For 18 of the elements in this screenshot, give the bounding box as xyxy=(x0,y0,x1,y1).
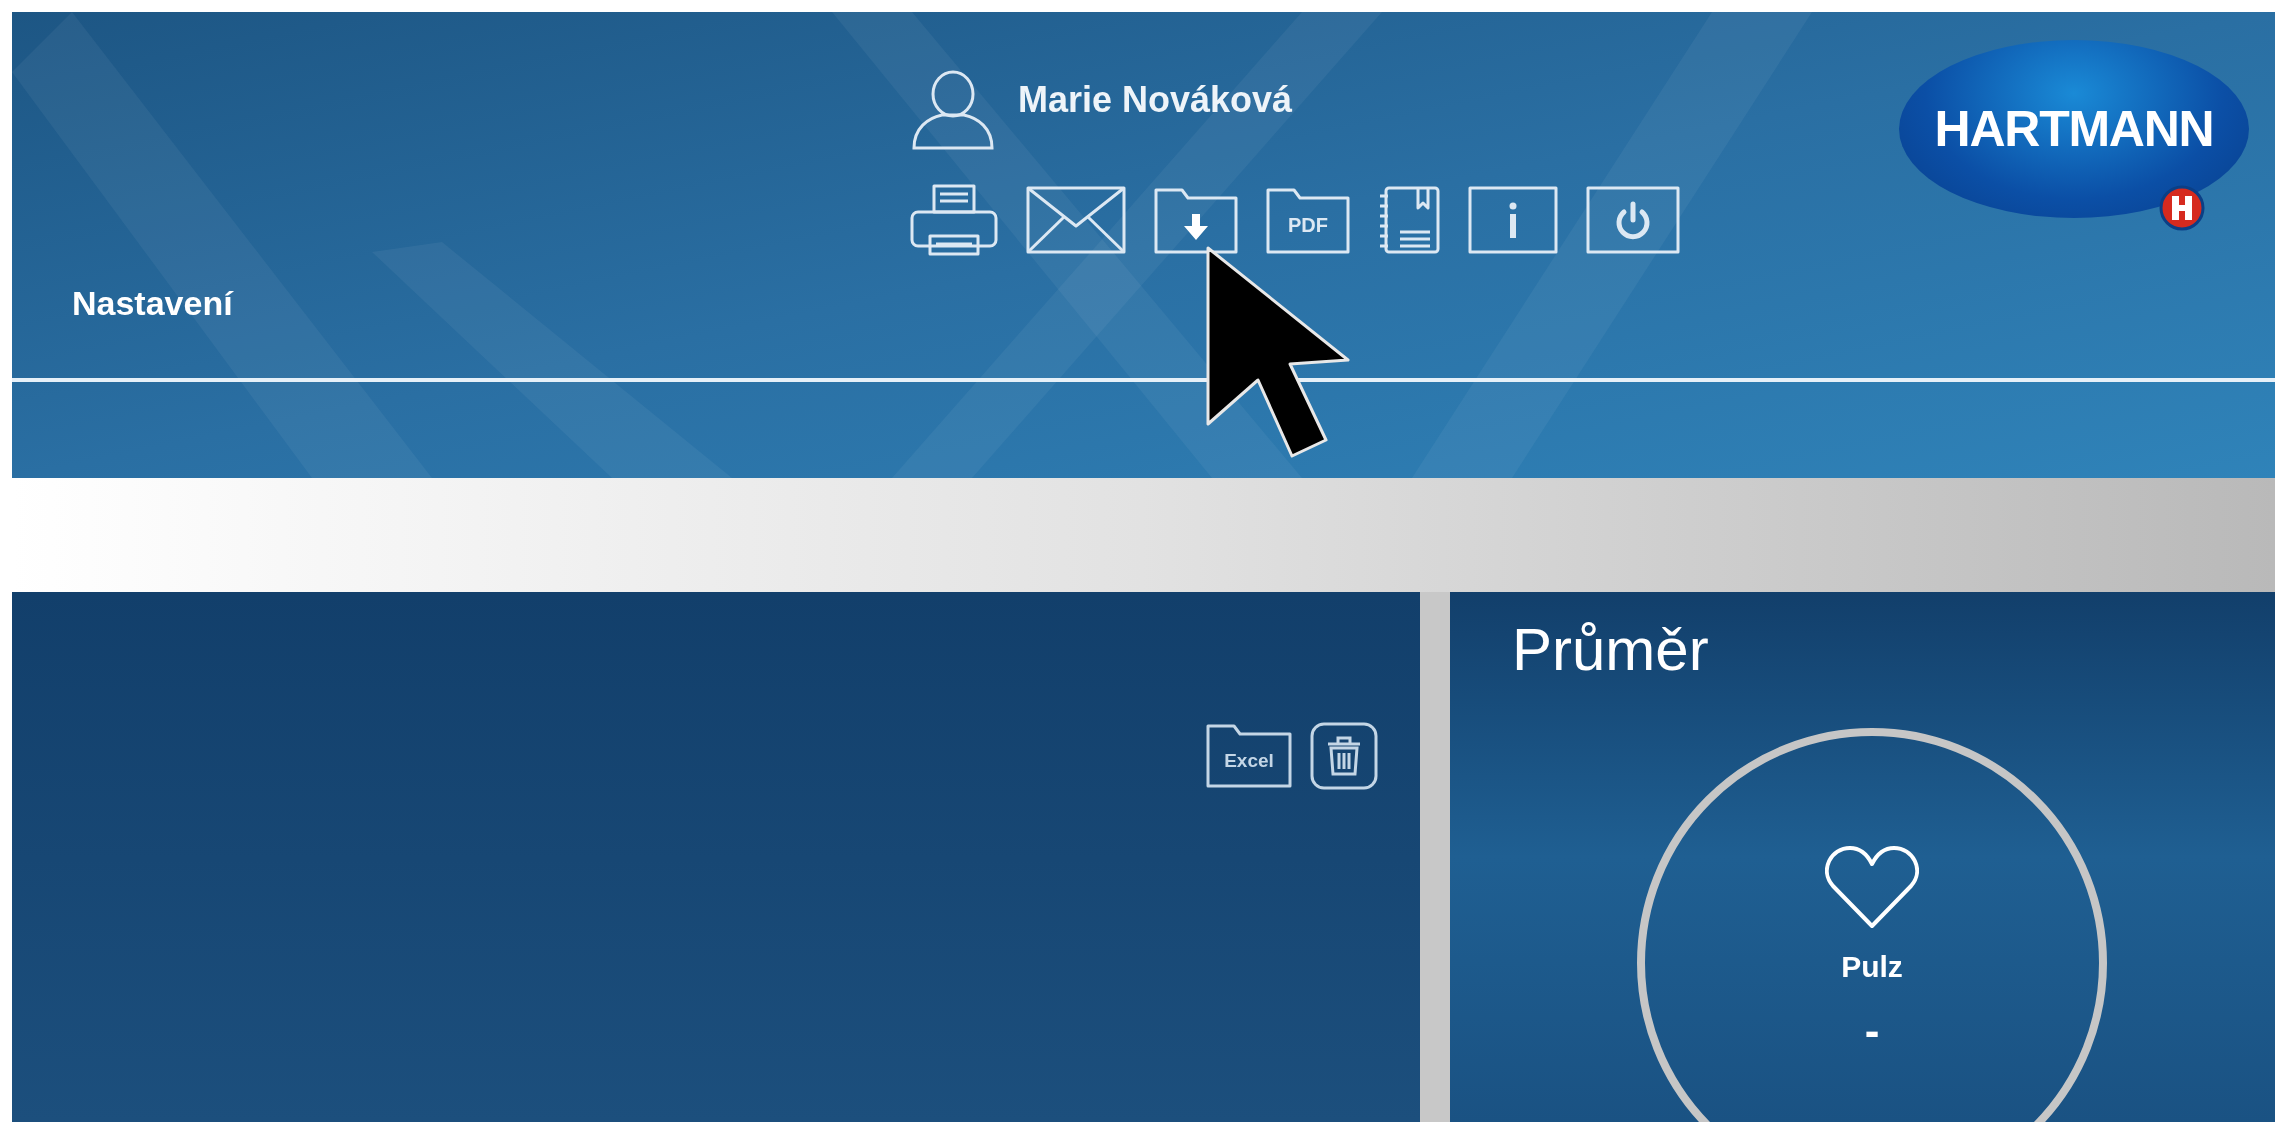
gauge-value: - xyxy=(1864,1009,1880,1053)
folder-download-icon[interactable] xyxy=(1154,186,1238,254)
envelope-icon[interactable] xyxy=(1026,186,1126,254)
logo-ellipse: HARTMANN xyxy=(1899,40,2249,218)
power-icon[interactable] xyxy=(1586,186,1680,254)
trash-icon[interactable] xyxy=(1310,722,1378,790)
excel-folder-button[interactable]: Excel xyxy=(1206,722,1292,788)
user-icon xyxy=(910,70,996,150)
notebook-icon[interactable] xyxy=(1378,186,1440,254)
section-title: Nastavení xyxy=(72,284,233,322)
panel-title: Průměr xyxy=(1512,620,1709,680)
cross-emblem-icon xyxy=(2159,185,2205,231)
pdf-folder-button[interactable]: PDF xyxy=(1266,186,1350,254)
info-icon[interactable] xyxy=(1468,186,1558,254)
printer-icon[interactable] xyxy=(910,184,998,256)
heart-icon xyxy=(1825,844,1919,930)
user-name: Marie Nováková xyxy=(1018,82,1293,118)
gauge-label: Pulz xyxy=(1841,949,1903,985)
